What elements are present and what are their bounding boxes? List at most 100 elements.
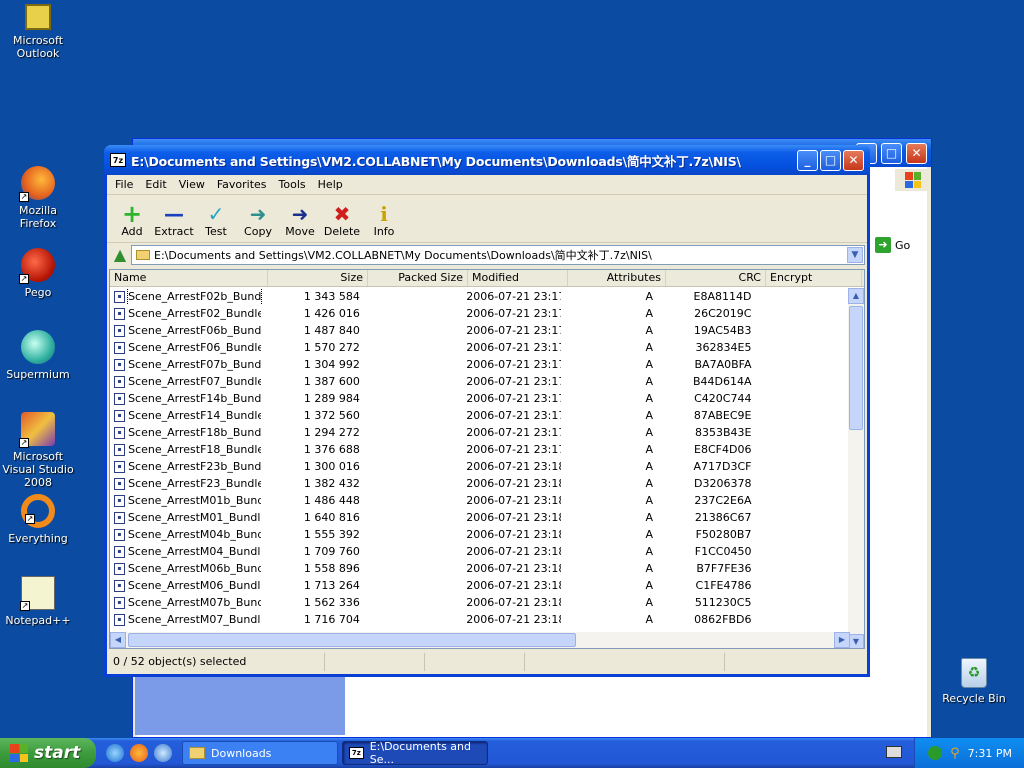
table-row[interactable]: ▪ Scene_ArrestF02b_Bundl... 1 343 584 2006-… <box>110 288 850 305</box>
address-combobox[interactable]: E:\Documents and Settings\VM2.COLLABNET\… <box>131 245 865 265</box>
cell-encrypted <box>755 458 849 475</box>
table-row[interactable]: ▪ Scene_ArrestF06_Bundle... 1 570 272 2006-… <box>110 339 850 356</box>
scroll-left-button[interactable]: ◀ <box>110 632 126 648</box>
table-row[interactable]: ▪ Scene_ArrestF14_Bundle... 1 372 560 2006-… <box>110 407 850 424</box>
cell-size: 1 640 816 <box>303 511 360 524</box>
table-row[interactable]: ▪Scene_ArrestM01_Bundle... 1 640 816 2006-… <box>110 509 850 526</box>
copy-button[interactable]: ➜ Copy <box>237 203 279 238</box>
background-close-button[interactable]: ✕ <box>906 143 927 164</box>
desktop-icon-notepadpp[interactable]: ↗ Notepad++ <box>0 576 76 627</box>
menu-tools[interactable]: Tools <box>273 178 312 191</box>
table-row[interactable]: ▪Scene_ArrestM04_Bundle... 1 709 760 2006-… <box>110 543 850 560</box>
column-modified[interactable]: Modified <box>468 270 568 286</box>
taskbar-button-7zip[interactable]: 7z E:\Documents and Se... <box>342 740 488 766</box>
delete-button[interactable]: ✖ Delete <box>321 203 363 238</box>
table-row[interactable]: ▪ Scene_ArrestF14b_Bundl... 1 289 984 2006-… <box>110 390 850 407</box>
scroll-right-button[interactable]: ▶ <box>834 632 850 648</box>
minimize-button[interactable]: _ <box>797 149 818 171</box>
7zip-window[interactable]: 7z E:\Documents and Settings\VM2.COLLABN… <box>104 145 870 677</box>
maximize-button[interactable]: □ <box>820 149 841 171</box>
close-button[interactable]: ✕ <box>843 149 864 171</box>
recycle-bin-icon: ♻ <box>961 658 987 688</box>
cell-modified: 2006-07-21 23:18 <box>466 460 561 473</box>
delete-icon: ✖ <box>333 202 351 226</box>
table-row[interactable]: ▪ Scene_ArrestF02_Bundle... 1 426 016 2006-… <box>110 305 850 322</box>
column-size[interactable]: Size <box>268 270 368 286</box>
menu-view[interactable]: View <box>173 178 211 191</box>
taskbar-button-downloads[interactable]: Downloads <box>182 741 338 765</box>
keyboard-icon[interactable] <box>886 746 902 758</box>
desktop-icon-supermium[interactable]: Supermium <box>0 330 76 381</box>
column-packed-size[interactable]: Packed Size <box>368 270 468 286</box>
vertical-scroll-thumb[interactable] <box>849 306 863 430</box>
firefox-quicklaunch-icon[interactable] <box>130 744 148 762</box>
desktop-icon-firefox[interactable]: ↗ Mozilla Firefox <box>0 166 76 230</box>
cell-modified: 2006-07-21 23:17 <box>466 426 561 439</box>
move-button[interactable]: ➜ Move <box>279 203 321 238</box>
table-row[interactable]: ▪Scene_ArrestM06_Bundle... 1 713 264 2006-… <box>110 577 850 594</box>
column-name[interactable]: Name <box>110 270 268 286</box>
cell-modified: 2006-07-21 23:17 <box>466 409 561 422</box>
background-maximize-button[interactable]: □ <box>881 143 902 164</box>
table-row[interactable]: ▪ Scene_ArrestF23b_Bundl... 1 300 016 2006-… <box>110 458 850 475</box>
cell-attributes: A <box>645 426 654 439</box>
table-row[interactable]: ▪ Scene_ArrestF18b_Bundl... 1 294 272 2006-… <box>110 424 850 441</box>
browser-quicklaunch-icon[interactable] <box>154 744 172 762</box>
column-attributes[interactable]: Attributes <box>568 270 666 286</box>
column-encrypted[interactable]: Encrypt <box>766 270 862 286</box>
table-row[interactable]: ▪Scene_ArrestM07b_Bundl... 1 562 336 2006-… <box>110 594 850 611</box>
horizontal-scroll-thumb[interactable] <box>128 633 576 647</box>
desktop-icon-recycle-bin[interactable]: ♻ Recycle Bin <box>936 658 1012 705</box>
cell-packed-size <box>364 373 462 390</box>
table-row[interactable]: ▪ Scene_ArrestF23_Bundle... 1 382 432 2006-… <box>110 475 850 492</box>
cell-encrypted <box>755 526 849 543</box>
up-folder-button[interactable]: ▲ <box>109 244 131 266</box>
table-row[interactable]: ▪ Scene_ArrestF18_Bundle... 1 376 688 2006-… <box>110 441 850 458</box>
cell-modified: 2006-07-21 23:18 <box>466 579 561 592</box>
cell-encrypted <box>755 509 849 526</box>
menu-edit[interactable]: Edit <box>139 178 172 191</box>
go-button[interactable]: ➜ Go <box>875 235 927 255</box>
column-crc[interactable]: CRC <box>666 270 766 286</box>
start-button[interactable]: start <box>0 738 96 768</box>
file-icon: ▪ <box>114 443 126 456</box>
table-row[interactable]: ▪ Scene_ArrestF07b_Bundl... 1 304 992 2006-… <box>110 356 850 373</box>
desktop-icon-pego[interactable]: ↗ Pego <box>0 248 76 299</box>
scroll-down-button[interactable]: ▼ <box>848 634 864 648</box>
desktop-icon-label: Pego <box>24 286 52 299</box>
cell-name: ▪Scene_ArrestM04_Bundle... <box>110 543 265 560</box>
desktop-icon-everything[interactable]: ↗ Everything <box>0 494 76 545</box>
file-list[interactable]: Name Size Packed Size Modified Attribute… <box>109 269 865 649</box>
extract-label: Extract <box>154 225 194 238</box>
ie-quicklaunch-icon[interactable] <box>106 744 124 762</box>
address-dropdown-button[interactable]: ▼ <box>847 247 863 263</box>
info-button[interactable]: i Info <box>363 203 405 238</box>
test-button[interactable]: ✓ Test <box>195 203 237 238</box>
scroll-up-button[interactable]: ▲ <box>848 288 864 304</box>
cell-size: 1 562 336 <box>303 596 360 609</box>
vertical-scrollbar[interactable]: ▲ ▼ <box>848 288 864 648</box>
file-icon: ▪ <box>114 358 126 371</box>
search-icon[interactable]: ⚲ <box>950 746 960 761</box>
menu-favorites[interactable]: Favorites <box>211 178 273 191</box>
table-row[interactable]: ▪ Scene_ArrestF06b_Bundl... 1 487 840 2006-… <box>110 322 850 339</box>
table-row[interactable]: ▪Scene_ArrestM01b_Bundl... 1 486 448 2006-… <box>110 492 850 509</box>
desktop-icon-outlook[interactable]: Microsoft Outlook <box>0 4 76 60</box>
titlebar[interactable]: 7z E:\Documents and Settings\VM2.COLLABN… <box>104 145 870 175</box>
table-row[interactable]: ▪Scene_ArrestM06b_Bundl... 1 558 896 2006-… <box>110 560 850 577</box>
table-row[interactable]: ▪Scene_ArrestM07_Bundle... 1 716 704 2006-… <box>110 611 850 628</box>
desktop-icon-label: Notepad++ <box>5 614 71 627</box>
menu-file[interactable]: File <box>109 178 139 191</box>
cell-packed-size <box>364 441 462 458</box>
table-row[interactable]: ▪ Scene_ArrestF07_Bundle... 1 387 600 2006-… <box>110 373 850 390</box>
test-icon: ✓ <box>207 202 225 226</box>
desktop-icon-visual-studio[interactable]: ↗ Microsoft Visual Studio 2008 <box>0 412 76 489</box>
horizontal-scrollbar[interactable]: ◀ ▶ <box>110 632 850 648</box>
table-row[interactable]: ▪Scene_ArrestM04b_Bundl... 1 555 392 2006-… <box>110 526 850 543</box>
taskbar-button-label: E:\Documents and Se... <box>369 740 471 766</box>
tray-app-icon[interactable] <box>928 746 943 760</box>
add-button[interactable]: + Add <box>111 202 153 238</box>
clock[interactable]: 7:31 PM <box>968 747 1012 760</box>
extract-button[interactable]: — Extract <box>153 203 195 238</box>
menu-help[interactable]: Help <box>312 178 349 191</box>
